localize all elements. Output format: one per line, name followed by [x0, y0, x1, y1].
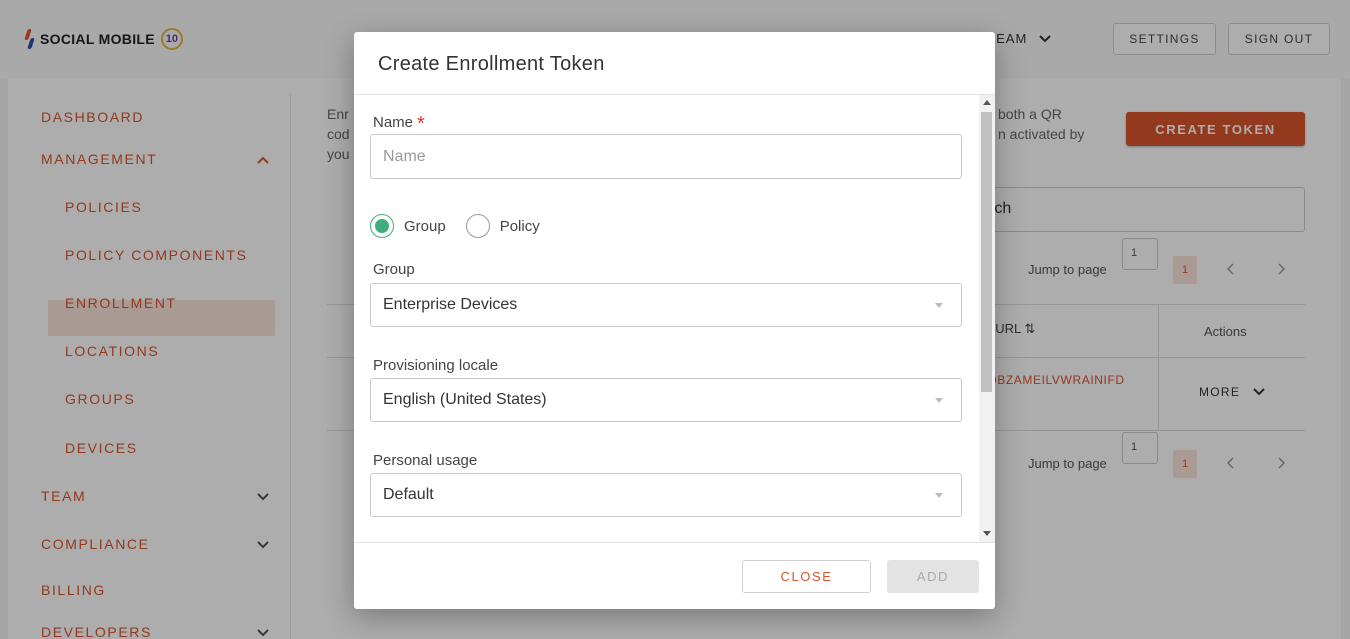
create-enrollment-token-dialog: Create Enrollment Token Name* Group Poli…	[354, 32, 995, 609]
policy-radio[interactable]	[465, 214, 490, 238]
group-select[interactable]: Enterprise Devices	[370, 283, 962, 327]
usage-select-value: Default	[383, 486, 434, 503]
add-button[interactable]: ADD	[887, 560, 979, 593]
name-input[interactable]	[370, 134, 962, 179]
personal-usage-select[interactable]: Default	[370, 473, 962, 517]
dialog-scrollbar[interactable]	[979, 95, 995, 542]
close-button[interactable]: CLOSE	[742, 560, 871, 593]
group-radio-label[interactable]: Group	[404, 218, 446, 235]
provisioning-locale-label: Provisioning locale	[373, 357, 499, 374]
divider	[354, 542, 995, 543]
locale-select-value: English (United States)	[383, 391, 547, 408]
name-label: Name *	[373, 113, 425, 135]
group-label: Group	[373, 261, 415, 278]
policy-radio-label[interactable]: Policy	[500, 218, 540, 235]
provisioning-locale-select[interactable]: English (United States)	[370, 378, 962, 422]
required-marker: *	[417, 113, 425, 135]
scroll-thumb[interactable]	[981, 112, 992, 392]
personal-usage-label: Personal usage	[373, 452, 478, 469]
group-radio[interactable]	[370, 214, 394, 238]
dialog-body: Name* Group Policy Group Enterprise Devi…	[354, 95, 979, 542]
group-select-value: Enterprise Devices	[383, 296, 518, 313]
scroll-up-arrow-icon[interactable]	[983, 100, 991, 105]
caret-down-icon	[935, 493, 943, 498]
scroll-down-arrow-icon[interactable]	[983, 531, 991, 536]
token-type-radio-group: Group Policy	[370, 214, 560, 238]
caret-down-icon	[935, 398, 943, 403]
radio-dot	[375, 219, 389, 233]
dialog-title: Create Enrollment Token	[378, 53, 605, 75]
caret-down-icon	[935, 303, 943, 308]
